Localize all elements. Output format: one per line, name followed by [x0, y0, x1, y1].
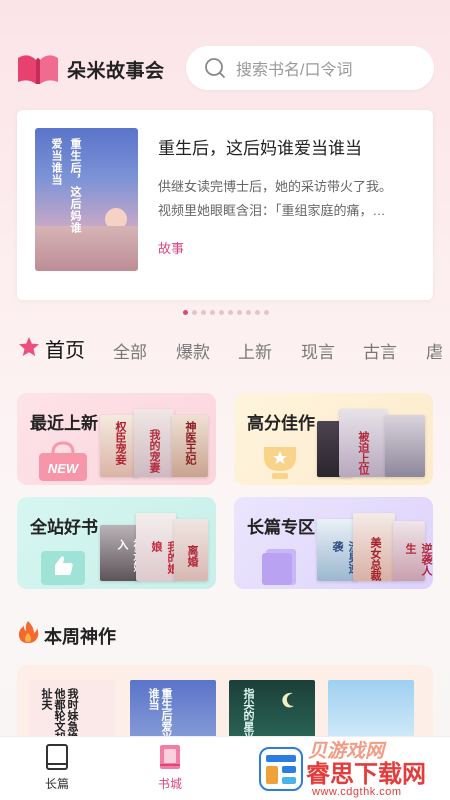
carousel-dot[interactable] [255, 310, 260, 315]
category-label-long: 长篇专区 [247, 518, 315, 537]
app-logo-icon [18, 55, 58, 84]
weekly-picks-panel: 我时妹急换他都轮文却扯夫 重生后爱当谁当 指尖的星光 [17, 665, 433, 745]
featured-desc-line1: 供继女读完博士后，她的采访带火了我。 [158, 179, 393, 194]
thumbs-up-icon [41, 551, 85, 585]
book-cover-5: 被迫上位 [339, 409, 387, 477]
shopping-bag-icon: NEW [39, 441, 87, 481]
carousel-dot[interactable] [219, 310, 224, 315]
carousel-dot[interactable] [192, 310, 197, 315]
carousel-dot[interactable] [246, 310, 251, 315]
weekly-picks-title: 本周神作 [44, 627, 116, 647]
watermark: 贝游戏网 睿思下载网 www.cdgthk.com [258, 736, 450, 800]
tab-home[interactable]: 首页 [45, 334, 85, 363]
bookstore-icon [160, 745, 180, 769]
carousel-dot[interactable] [237, 310, 242, 315]
star-icon [19, 337, 39, 356]
moon-icon [282, 692, 294, 708]
search-placeholder: 搜索书名/口令词 [236, 62, 353, 79]
book-cover-12: 逆袭人生 [393, 521, 432, 581]
book-cover-1: 权臣宠妾 [100, 415, 138, 477]
recent-book-covers: 权臣宠妾 我的宠妻 神医王妃 [100, 409, 208, 481]
flame-icon [18, 621, 39, 643]
book-cover-11: 美女总裁 [353, 513, 395, 581]
featured-book-description: 供继女读完博士后，她的采访带火了我。 视频里她眼眶含泪：「重组家庭的痛，… [158, 175, 414, 223]
watermark-logo-icon [259, 747, 303, 791]
book-cover-10: 渣男逆袭 [317, 519, 359, 581]
app-title: 朵米故事会 [67, 61, 165, 82]
cover-title-part2: 重生后，这后妈谁 [69, 138, 81, 234]
tab-ancient-romance[interactable]: 古言 [363, 338, 397, 363]
carousel-dot[interactable] [210, 310, 215, 315]
cover-title-part1: 爱当谁当 [50, 138, 62, 186]
tab-all[interactable]: 全部 [113, 338, 147, 363]
nav-label-bookstore: 书城 [157, 777, 182, 791]
book-stack-icon [262, 549, 296, 585]
tab-modern-romance[interactable]: 现言 [301, 338, 335, 363]
category-card-long[interactable]: 长篇专区 渣男逆袭 美女总裁 逆袭人生 [234, 497, 433, 589]
category-label-recent: 最近上新 [30, 414, 98, 433]
book-cover-6 [385, 415, 425, 477]
category-tabs: 首页 全部 爆款 上新 现言 古言 虐 [0, 330, 450, 366]
nav-label-long: 长篇 [44, 777, 69, 791]
tab-hot[interactable]: 爆款 [176, 338, 210, 363]
book-cover-7: 被迫嫁入 [100, 525, 144, 581]
category-card-recent[interactable]: 最近上新 NEW 权臣宠妾 我的宠妻 神医王妃 [17, 393, 216, 485]
search-icon [205, 58, 225, 78]
carousel-dot[interactable] [264, 310, 269, 315]
tab-new[interactable]: 上新 [238, 338, 272, 363]
category-label-top-rated: 高分佳作 [247, 414, 315, 433]
featured-book-tag[interactable]: 故事 [158, 238, 184, 257]
book-cover-9: 离婚 [174, 519, 208, 581]
watermark-url: www.cdgthk.com [312, 786, 402, 798]
book-cover-2: 我的宠妻 [134, 409, 174, 477]
best-book-covers: 被迫嫁入 我的娘娘 离婚 [100, 513, 208, 585]
carousel-dot[interactable] [201, 310, 206, 315]
category-label-best: 全站好书 [30, 518, 98, 537]
carousel-dot[interactable] [228, 310, 233, 315]
tab-angst[interactable]: 虐 [426, 338, 443, 363]
top-rated-book-covers: 被迫上位 [317, 409, 425, 481]
carousel-dot[interactable] [183, 310, 188, 315]
search-bar[interactable]: 搜索书名/口令词 [186, 46, 434, 90]
book-cover-3: 神医王妃 [172, 415, 208, 477]
watermark-line2: 睿思下载网 [306, 761, 426, 788]
nav-item-long[interactable]: 长篇 [17, 743, 97, 792]
trophy-icon [264, 447, 296, 479]
featured-book-title: 重生后，这后妈谁爱当谁当 [158, 139, 362, 158]
nav-item-bookstore[interactable]: 书城 [130, 743, 210, 792]
category-card-best[interactable]: 全站好书 被迫嫁入 我的娘娘 离婚 [17, 497, 216, 589]
featured-book-card[interactable]: 爱当谁当 重生后，这后妈谁 重生后，这后妈谁爱当谁当 供继女读完博士后，她的采访… [17, 110, 433, 300]
featured-book-cover: 爱当谁当 重生后，这后妈谁 [35, 128, 138, 271]
book-cover-8: 我的娘娘 [136, 513, 178, 581]
new-badge-text: NEW [48, 461, 80, 476]
category-card-top-rated[interactable]: 高分佳作 被迫上位 [234, 393, 433, 485]
book-icon [46, 744, 68, 770]
long-book-covers: 渣男逆袭 美女总裁 逆袭人生 [317, 513, 432, 585]
carousel-indicator [183, 310, 269, 315]
featured-desc-line2: 视频里她眼眶含泪：「重组家庭的痛，… [158, 203, 386, 218]
app-header: 朵米故事会 搜索书名/口令词 [0, 44, 450, 94]
